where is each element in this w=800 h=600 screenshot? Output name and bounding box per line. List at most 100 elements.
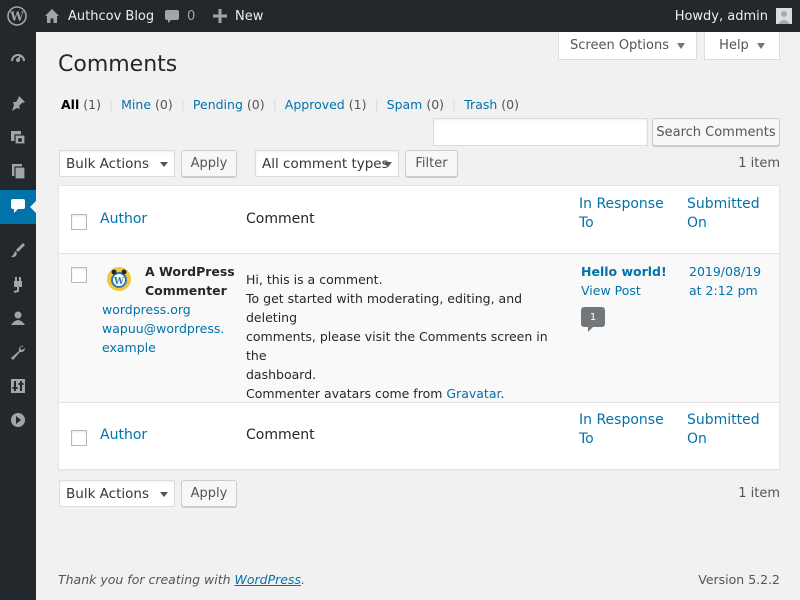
comment-type-select[interactable]: All comment types — [255, 150, 399, 177]
filter-approved[interactable]: Approved — [285, 97, 345, 112]
chevron-down-icon — [160, 492, 168, 497]
filter-pending[interactable]: Pending — [193, 97, 243, 112]
apply-button-bottom[interactable]: Apply — [181, 480, 237, 507]
dashboard-icon — [9, 49, 27, 71]
howdy-text: Howdy, admin — [674, 8, 768, 24]
screen-options-button[interactable]: Screen Options — [558, 32, 697, 60]
page-title: Comments — [58, 52, 178, 77]
filter-approved-count: (1) — [348, 97, 367, 112]
menu-collapse[interactable] — [0, 405, 36, 439]
menu-appearance[interactable] — [0, 235, 36, 269]
filter-spam[interactable]: Spam — [387, 97, 423, 112]
items-count-top: 1 item — [738, 156, 780, 171]
comments-count-link[interactable]: 0 — [164, 0, 195, 32]
my-account-link[interactable]: Howdy, admin — [675, 0, 768, 32]
column-submitted-line1: Submitted — [687, 412, 760, 428]
submitted-date-link[interactable]: 2019/08/19 at 2:12 pm — [689, 262, 761, 300]
search-comments-button[interactable]: Search Comments — [652, 118, 780, 146]
menu-settings[interactable] — [0, 371, 36, 405]
comment-line: dashboard. — [246, 367, 317, 382]
comment-text-suffix: . — [500, 386, 505, 401]
filter-pending-count: (0) — [246, 97, 265, 112]
screen-options-label: Screen Options — [570, 38, 669, 53]
column-in-response-sort-footer[interactable]: In Response To — [579, 411, 664, 449]
apply-button-top[interactable]: Apply — [181, 150, 237, 177]
view-post-link[interactable]: View Post — [581, 281, 641, 300]
wordpress-link[interactable]: WordPress — [235, 572, 301, 587]
site-name-link[interactable]: Authcov Blog — [44, 0, 154, 32]
menu-tools[interactable] — [0, 337, 36, 371]
site-name: Authcov Blog — [68, 8, 155, 24]
wordpress-logo-icon[interactable]: W — [7, 0, 29, 32]
new-content-link[interactable]: New — [213, 0, 263, 32]
filter-trash[interactable]: Trash — [464, 97, 497, 112]
row-checkbox[interactable] — [71, 267, 87, 283]
author-url-link[interactable]: wordpress.org — [102, 300, 191, 319]
column-in-response-line2: To — [579, 431, 594, 447]
home-icon — [44, 8, 60, 24]
footer-thanks: Thank you for creating with WordPress. — [58, 572, 305, 587]
column-author-sort[interactable]: Author — [100, 210, 147, 229]
column-author-sort-footer[interactable]: Author — [100, 426, 147, 445]
menu-comments[interactable] — [0, 190, 36, 224]
table-header: Author Comment In Response To Submitted … — [59, 186, 779, 254]
comments-icon — [9, 196, 27, 218]
author-email-line1: wapuu@wordpress. — [102, 321, 225, 336]
bulk-actions-select-bottom[interactable]: Bulk Actions — [59, 480, 175, 507]
filter-all[interactable]: All — [61, 97, 79, 112]
admin-menu — [0, 32, 36, 600]
help-button[interactable]: Help — [704, 32, 780, 60]
filter-separator: | — [374, 97, 379, 112]
author-email-line2: example — [102, 340, 156, 355]
column-in-response-line1: In Response — [579, 412, 664, 428]
comment-line: To get started with moderating, editing,… — [246, 291, 523, 325]
help-label: Help — [719, 38, 749, 53]
media-icon — [9, 128, 27, 150]
menu-users[interactable] — [0, 303, 36, 337]
column-submitted-sort-footer[interactable]: Submitted On — [687, 411, 760, 449]
column-in-response-sort[interactable]: In Response To — [579, 195, 664, 233]
author-email-link[interactable]: wapuu@wordpress. example — [102, 319, 224, 357]
bulk-actions-value: Bulk Actions — [66, 155, 149, 172]
footer-thanks-prefix: Thank you for creating with — [58, 572, 235, 587]
plugins-icon — [9, 275, 27, 297]
menu-media[interactable] — [0, 122, 36, 156]
author-name-line2: Commenter — [145, 283, 227, 298]
plus-icon — [213, 9, 227, 23]
footer-thanks-suffix: . — [301, 572, 305, 587]
comment-count-bubble[interactable]: 1 — [581, 307, 605, 332]
table-footer: Author Comment In Response To Submitted … — [59, 403, 779, 469]
menu-pages[interactable] — [0, 156, 36, 190]
menu-plugins[interactable] — [0, 269, 36, 303]
select-all-checkbox-footer[interactable] — [71, 430, 87, 446]
new-label: New — [235, 8, 264, 24]
footer-version: Version 5.2.2 — [698, 572, 780, 587]
select-all-checkbox[interactable] — [71, 214, 87, 230]
menu-dashboard[interactable] — [0, 43, 36, 77]
chevron-down-icon — [756, 42, 765, 49]
menu-posts[interactable] — [0, 88, 36, 122]
author-name: A WordPress Commenter — [145, 262, 235, 300]
filter-mine[interactable]: Mine — [121, 97, 151, 112]
column-submitted-line2: On — [687, 215, 707, 231]
filter-separator: | — [180, 97, 185, 112]
filter-trash-count: (0) — [501, 97, 519, 112]
gravatar-link[interactable]: Gravatar — [446, 386, 500, 401]
chevron-down-icon — [160, 162, 168, 167]
post-title-link[interactable]: Hello world! — [581, 262, 667, 281]
comments-table: Author Comment In Response To Submitted … — [58, 185, 780, 470]
search-input[interactable] — [433, 118, 648, 146]
items-count-bottom: 1 item — [738, 486, 780, 501]
bulk-actions-value: Bulk Actions — [66, 485, 149, 502]
comment-type-value: All comment types — [262, 155, 389, 172]
bulk-actions-select-top[interactable]: Bulk Actions — [59, 150, 175, 177]
comment-text-prefix: Commenter avatars come from — [246, 386, 447, 401]
chevron-down-icon — [384, 162, 392, 167]
column-submitted-sort[interactable]: Submitted On — [687, 195, 760, 233]
tools-icon — [9, 343, 27, 365]
avatar[interactable] — [776, 0, 792, 32]
filter-button[interactable]: Filter — [405, 150, 458, 177]
table-row: W A WordPress Commenter wordpress.org wa… — [59, 254, 779, 403]
collapse-icon — [9, 411, 27, 433]
submitted-date-line2: at 2:12 pm — [689, 283, 758, 298]
